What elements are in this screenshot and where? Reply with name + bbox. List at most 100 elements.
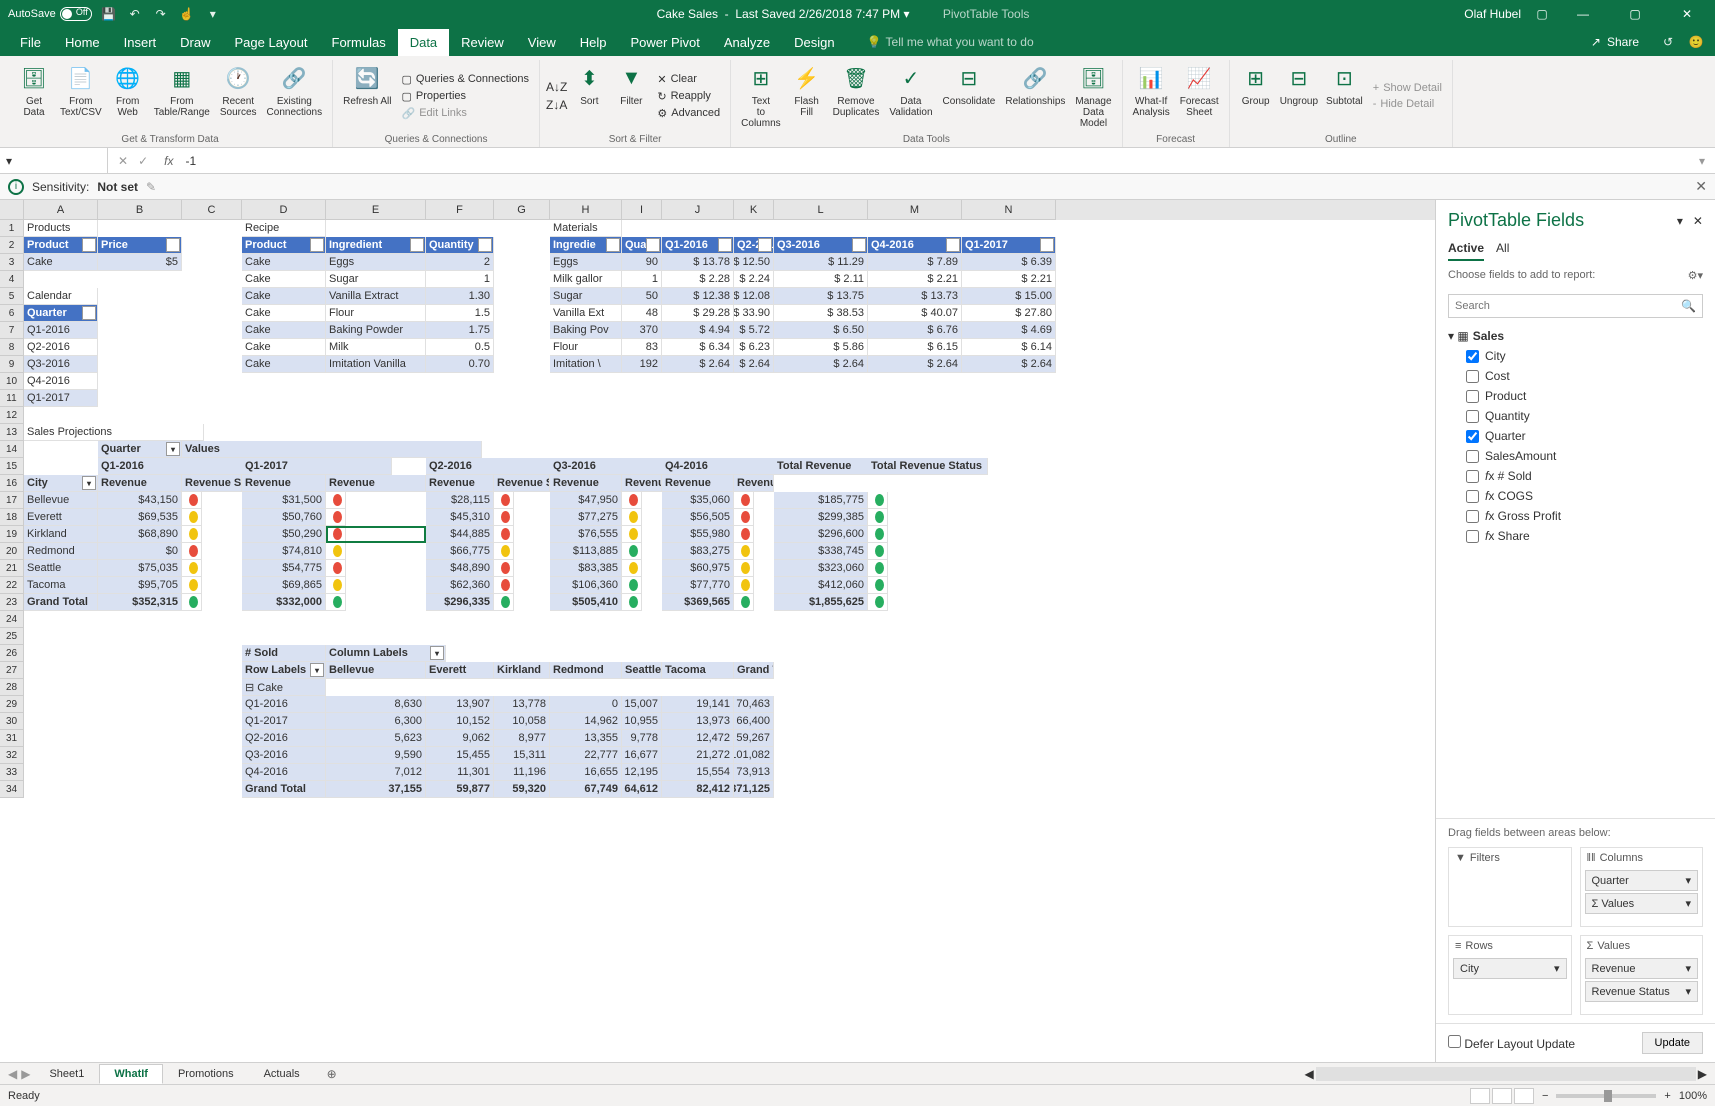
cell[interactable]: $47,950 bbox=[550, 492, 622, 509]
col-header[interactable]: G bbox=[494, 200, 550, 220]
h-scrollbar[interactable] bbox=[1316, 1067, 1696, 1081]
field-product[interactable]: Product bbox=[1448, 386, 1703, 406]
cell[interactable]: Everett bbox=[24, 509, 98, 526]
cell[interactable]: Baking Pov bbox=[550, 322, 622, 339]
row-header[interactable]: 23 bbox=[0, 594, 24, 611]
cell[interactable]: City▾ bbox=[24, 475, 98, 492]
cell[interactable]: Revenue bbox=[662, 475, 734, 492]
col-header[interactable]: N bbox=[962, 200, 1056, 220]
filter-dropdown-icon[interactable]: ▾ bbox=[758, 238, 772, 252]
cell[interactable]: Q1-2016 bbox=[98, 458, 248, 475]
cell[interactable]: 67,749 bbox=[550, 781, 622, 798]
cell[interactable]: 192 bbox=[622, 356, 662, 373]
row-header[interactable]: 14 bbox=[0, 441, 24, 458]
tab-design[interactable]: Design bbox=[782, 29, 846, 56]
cell[interactable]: $66,775 bbox=[426, 543, 494, 560]
cell[interactable]: Flour bbox=[550, 339, 622, 356]
cell[interactable]: $54,775 bbox=[242, 560, 326, 577]
tab-view[interactable]: View bbox=[516, 29, 568, 56]
defer-checkbox[interactable]: Defer Layout Update bbox=[1448, 1035, 1575, 1051]
cell[interactable]: Seattle bbox=[622, 662, 662, 679]
zoom-out-icon[interactable]: − bbox=[1542, 1090, 1548, 1102]
cell[interactable]: 48 bbox=[622, 305, 662, 322]
update-button[interactable]: Update bbox=[1642, 1032, 1703, 1054]
get-data-button[interactable]: 🗄GetData bbox=[14, 60, 54, 132]
cell[interactable]: $ 2.64 bbox=[734, 356, 774, 373]
cell[interactable]: Q4-2016▾ bbox=[868, 237, 962, 254]
history-icon[interactable]: ↺ bbox=[1659, 33, 1677, 51]
row-header[interactable]: 17 bbox=[0, 492, 24, 509]
row-header[interactable]: 10 bbox=[0, 373, 24, 390]
cell[interactable]: Redmond bbox=[24, 543, 98, 560]
cell[interactable]: 8,977 bbox=[494, 730, 550, 747]
queries-connections[interactable]: ▢ Queries & Connections bbox=[397, 71, 533, 88]
tab-help[interactable]: Help bbox=[568, 29, 619, 56]
zoom-slider[interactable] bbox=[1556, 1094, 1656, 1098]
relationships-button[interactable]: 🔗Relationships bbox=[1001, 60, 1069, 132]
cell[interactable]: $ 7.89 bbox=[868, 254, 962, 271]
cell[interactable]: $28,115 bbox=[426, 492, 494, 509]
group-button[interactable]: ⊞Group bbox=[1236, 60, 1276, 132]
cell[interactable]: 15,554 bbox=[662, 764, 734, 781]
cell[interactable]: 83 bbox=[622, 339, 662, 356]
close-sensitivity[interactable]: ✕ bbox=[1695, 178, 1707, 195]
cell[interactable]: ⊟ Cake bbox=[242, 679, 326, 696]
cell[interactable]: $75,035 bbox=[98, 560, 182, 577]
table-root[interactable]: ▾ ▦ Sales bbox=[1448, 326, 1703, 346]
redo-icon[interactable]: ↷ bbox=[152, 5, 170, 23]
from-table-range-button[interactable]: ▦FromTable/Range bbox=[150, 60, 214, 132]
cell[interactable]: 59,320 bbox=[494, 781, 550, 798]
cell[interactable]: Q1-2016 bbox=[242, 696, 326, 713]
cell[interactable]: Q2-2016 bbox=[24, 339, 98, 356]
tab-all[interactable]: All bbox=[1496, 241, 1509, 261]
row-header[interactable]: 30 bbox=[0, 713, 24, 730]
cell[interactable]: 37,155 bbox=[326, 781, 426, 798]
cell[interactable]: $62,360 bbox=[426, 577, 494, 594]
cell[interactable]: $ 27.80 bbox=[962, 305, 1056, 322]
filter-dropdown-icon[interactable]: ▾ bbox=[82, 306, 96, 320]
cell[interactable]: # Sold bbox=[242, 645, 326, 662]
minimize-button[interactable]: — bbox=[1563, 0, 1603, 28]
cell[interactable]: $ 2.64 bbox=[868, 356, 962, 373]
sensitivity-icon[interactable]: i bbox=[8, 179, 24, 195]
cell[interactable]: $332,000 bbox=[242, 594, 326, 611]
cell[interactable]: 64,612 bbox=[622, 781, 662, 798]
tab-insert[interactable]: Insert bbox=[112, 29, 169, 56]
flash-fill-button[interactable]: ⚡FlashFill bbox=[787, 60, 827, 132]
cell[interactable]: 5,623 bbox=[326, 730, 426, 747]
row-header[interactable]: 8 bbox=[0, 339, 24, 356]
cell[interactable]: $ 4.94 bbox=[662, 322, 734, 339]
forecast-sheet-button[interactable]: 📈ForecastSheet bbox=[1176, 60, 1223, 132]
zoom-in-icon[interactable]: + bbox=[1664, 1090, 1670, 1102]
cell[interactable]: $5 bbox=[98, 254, 182, 271]
row-header[interactable]: 7 bbox=[0, 322, 24, 339]
cell[interactable]: $56,505 bbox=[662, 509, 734, 526]
values-area[interactable]: Σ Values Revenue▾ Revenue Status▾ bbox=[1580, 935, 1704, 1015]
cell[interactable]: $323,060 bbox=[774, 560, 868, 577]
cell[interactable]: $76,555 bbox=[550, 526, 622, 543]
cell[interactable]: Q2-2016 bbox=[242, 730, 326, 747]
col-header[interactable]: E bbox=[326, 200, 426, 220]
cell[interactable]: $50,290 bbox=[242, 526, 326, 543]
cell[interactable]: Cake bbox=[242, 305, 326, 322]
filter-dropdown-icon[interactable]: ▾ bbox=[310, 238, 324, 252]
row-header[interactable]: 19 bbox=[0, 526, 24, 543]
cell[interactable]: $ 2.64 bbox=[662, 356, 734, 373]
name-box[interactable]: ▾ bbox=[0, 148, 108, 173]
page-layout-icon[interactable] bbox=[1492, 1088, 1512, 1104]
cell[interactable]: Grand Total bbox=[24, 594, 98, 611]
cell[interactable]: 13,778 bbox=[494, 696, 550, 713]
cell[interactable]: Quarter▾ bbox=[98, 441, 182, 458]
row-header[interactable]: 27 bbox=[0, 662, 24, 679]
cell[interactable]: Q1-2017 bbox=[242, 458, 392, 475]
cell[interactable]: $ 2.64 bbox=[774, 356, 868, 373]
cell[interactable]: Revenue bbox=[550, 475, 622, 492]
row-header[interactable]: 5 bbox=[0, 288, 24, 305]
cell[interactable]: 16,655 bbox=[550, 764, 622, 781]
sort-button[interactable]: ⬍Sort bbox=[569, 60, 609, 132]
cell[interactable]: Q1-2016▾ bbox=[662, 237, 734, 254]
cell[interactable]: $ 2.24 bbox=[734, 271, 774, 288]
cell[interactable]: $ 5.72 bbox=[734, 322, 774, 339]
sheet-tab-whatif[interactable]: WhatIf bbox=[99, 1064, 163, 1084]
cell[interactable]: $ 38.53 bbox=[774, 305, 868, 322]
